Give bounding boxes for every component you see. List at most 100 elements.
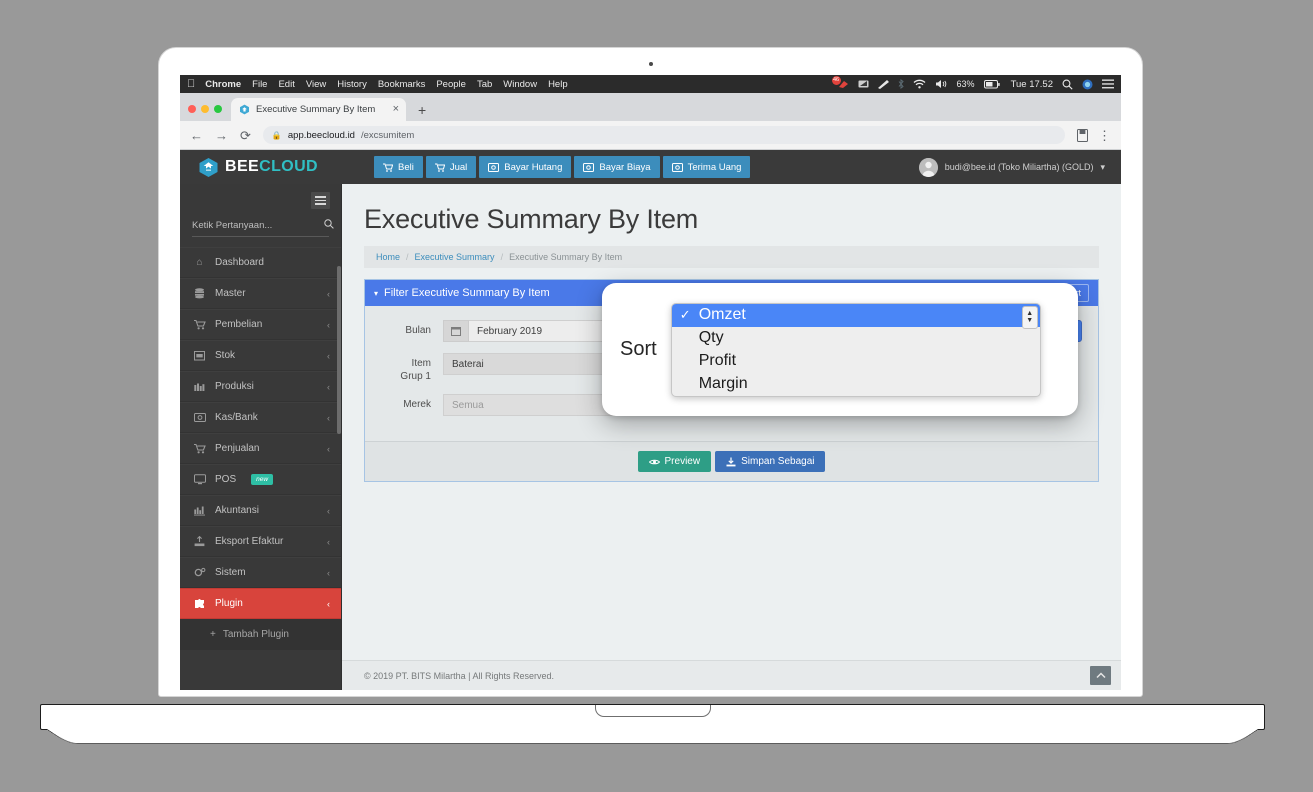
- sidebar-item-produksi[interactable]: Produksi ‹: [180, 371, 341, 402]
- nav-button-label: Beli: [398, 161, 414, 173]
- control-center-icon[interactable]: [1102, 79, 1114, 89]
- sidebar-item-pos[interactable]: POS new: [180, 464, 341, 495]
- forward-icon[interactable]: →: [215, 129, 228, 142]
- sidebar-item-label: Akuntansi: [215, 505, 259, 516]
- pen-icon[interactable]: [877, 79, 889, 89]
- chevron-down-icon: ▾: [1100, 161, 1105, 172]
- menu-item-help[interactable]: Help: [548, 79, 568, 90]
- search-icon[interactable]: [324, 219, 334, 232]
- close-icon[interactable]: ×: [393, 104, 399, 115]
- chevron-left-icon: ‹: [327, 412, 330, 423]
- browser-toolbar: ← → ⟳ 🔒 app.beecloud.id /excsumitem ⋮: [180, 121, 1121, 150]
- preview-button[interactable]: Preview: [637, 451, 712, 472]
- stepper-up-icon: ▲: [1026, 309, 1034, 317]
- menu-item-history[interactable]: History: [337, 79, 367, 90]
- plus-icon: +: [210, 629, 216, 640]
- app-logo[interactable]: BEECLOUD: [198, 157, 360, 178]
- sidebar-item-label: Produksi: [215, 381, 254, 392]
- nav-button-jual[interactable]: Jual: [425, 156, 477, 178]
- new-tab-button[interactable]: +: [418, 103, 426, 117]
- close-window-button[interactable]: [188, 105, 196, 113]
- menu-item-file[interactable]: File: [252, 79, 267, 90]
- sidebar-item-label: Stok: [215, 350, 236, 361]
- scroll-to-top-button[interactable]: [1090, 666, 1111, 685]
- chevron-left-icon: ‹: [327, 443, 330, 454]
- reading-list-icon[interactable]: [1077, 128, 1088, 142]
- sidebar-item-pembelian[interactable]: Pembelian ‹: [180, 309, 341, 340]
- notification-icon[interactable]: 46: [831, 75, 849, 89]
- simpan-sebagai-button[interactable]: Simpan Sebagai: [715, 451, 826, 472]
- browser-tab[interactable]: Executive Summary By Item ×: [231, 98, 406, 121]
- wifi-icon[interactable]: [913, 79, 926, 89]
- back-icon[interactable]: ←: [190, 129, 203, 142]
- menu-item-chrome[interactable]: Chrome: [205, 79, 241, 90]
- sidebar-item-eksport-efaktur[interactable]: Eksport Efaktur ‹: [180, 526, 341, 557]
- nav-button-beli[interactable]: Beli: [374, 156, 423, 178]
- sidebar-search[interactable]: [192, 219, 334, 237]
- address-path: /excsumitem: [360, 129, 415, 141]
- chevron-left-icon: ‹: [327, 288, 330, 299]
- address-bar[interactable]: 🔒 app.beecloud.id /excsumitem: [262, 126, 1065, 144]
- sidebar-scrollbar[interactable]: [337, 266, 341, 434]
- search-icon[interactable]: [1062, 79, 1073, 90]
- puzzle-icon: [193, 598, 206, 609]
- chevron-left-icon: ‹: [327, 567, 330, 578]
- sidebar-item-dashboard[interactable]: ⌂ Dashboard: [180, 247, 341, 278]
- maximize-window-button[interactable]: [214, 105, 222, 113]
- sidebar-item-kas-bank[interactable]: Kas/Bank ‹: [180, 402, 341, 433]
- field-label-item-grup-1: Item Grup 1: [381, 353, 443, 383]
- factory-icon: [193, 381, 206, 392]
- menu-item-people[interactable]: People: [436, 79, 466, 90]
- nav-button-terima-uang[interactable]: Terima Uang: [662, 156, 751, 178]
- sort-dropdown-label: Sort: [620, 338, 657, 360]
- minimize-window-button[interactable]: [201, 105, 209, 113]
- filter-panel-footer: Preview Simpan Sebagai: [365, 441, 1098, 481]
- sidebar-item-sistem[interactable]: Sistem ‹: [180, 557, 341, 588]
- chevron-left-icon: ‹: [327, 381, 330, 392]
- sort-option-qty[interactable]: Qty: [672, 327, 1040, 350]
- sidebar-item-label: Master: [215, 288, 246, 299]
- display-icon[interactable]: [858, 80, 869, 89]
- logo-text-primary: BEE: [225, 158, 260, 175]
- menu-item-bookmarks[interactable]: Bookmarks: [378, 79, 426, 90]
- nav-button-bayar-biaya[interactable]: Bayar Biaya: [574, 156, 660, 178]
- siri-icon[interactable]: [1082, 79, 1093, 90]
- apple-icon[interactable]: : [187, 78, 195, 90]
- menu-item-tab[interactable]: Tab: [477, 79, 492, 90]
- sort-option-omzet[interactable]: ✓ Omzet: [671, 303, 1040, 327]
- breadcrumb-item-home[interactable]: Home: [376, 252, 400, 262]
- chrome-menu-icon[interactable]: ⋮: [1098, 129, 1111, 142]
- menu-item-window[interactable]: Window: [503, 79, 537, 90]
- bluetooth-icon[interactable]: [898, 79, 904, 89]
- export-icon: [193, 536, 206, 547]
- user-menu[interactable]: budi@bee.id (Toko Miliartha) (GOLD) ▾: [918, 157, 1121, 177]
- browser-tab-title: Executive Summary By Item: [256, 104, 376, 115]
- sort-dropdown-list: ✓ Omzet Qty Profit Margin ▲ ▼: [670, 302, 1041, 397]
- gear-icon: [193, 567, 206, 578]
- sort-option-profit[interactable]: Profit: [672, 350, 1040, 373]
- sidebar-item-akuntansi[interactable]: Akuntansi ‹: [180, 495, 341, 526]
- sort-dropdown-stepper[interactable]: ▲ ▼: [1021, 305, 1038, 329]
- sidebar-collapse-button[interactable]: [311, 192, 330, 209]
- address-host: app.beecloud.id: [287, 129, 355, 141]
- sidebar-item-stok[interactable]: Stok ‹: [180, 340, 341, 371]
- nav-button-label: Bayar Hutang: [504, 161, 563, 173]
- reload-icon[interactable]: ⟳: [240, 129, 251, 142]
- sidebar-subitem-tambah-plugin[interactable]: + Tambah Plugin: [180, 619, 341, 650]
- menu-item-view[interactable]: View: [306, 79, 326, 90]
- laptop-foot: [46, 729, 1259, 745]
- avatar: [918, 157, 938, 177]
- menubar-clock[interactable]: Tue 17.52: [1011, 79, 1053, 90]
- volume-icon[interactable]: [935, 79, 948, 89]
- menu-item-edit[interactable]: Edit: [278, 79, 294, 90]
- sidebar-item-penjualan[interactable]: Penjualan ‹: [180, 433, 341, 464]
- search-input[interactable]: [192, 220, 324, 231]
- sidebar-item-master[interactable]: Master ‹: [180, 278, 341, 309]
- calendar-icon[interactable]: [443, 320, 469, 342]
- sidebar-item-plugin[interactable]: Plugin ‹: [180, 588, 341, 619]
- battery-icon[interactable]: [983, 79, 1000, 89]
- site-favicon-icon: [238, 103, 250, 116]
- sort-option-margin[interactable]: Margin: [672, 373, 1040, 396]
- nav-button-bayar-hutang[interactable]: Bayar Hutang: [479, 156, 572, 178]
- breadcrumb-item-executive-summary[interactable]: Executive Summary: [415, 252, 495, 262]
